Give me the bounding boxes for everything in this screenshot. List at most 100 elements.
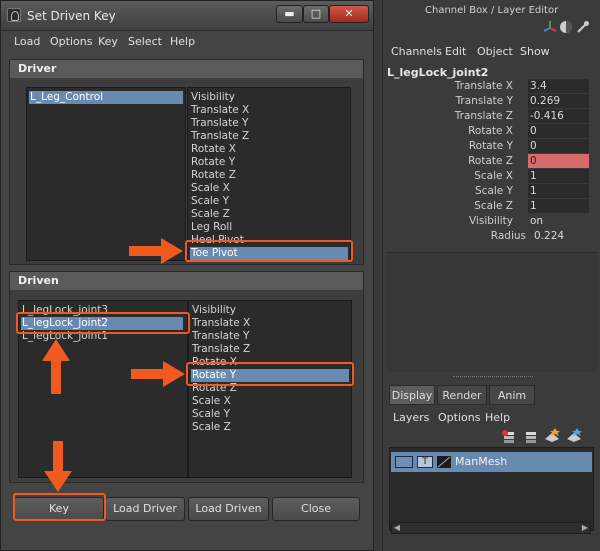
channel-row-translate-x[interactable]: Translate X 3.4 (383, 79, 599, 94)
channel-row-translate-z[interactable]: Translate Z -0.416 (383, 109, 599, 124)
channel-value[interactable]: 0 (528, 124, 589, 138)
tab-render[interactable]: Render (437, 385, 487, 405)
menu-key[interactable]: Key (98, 35, 118, 48)
list-item[interactable]: Translate Y (191, 330, 249, 343)
channel-row-scale-x[interactable]: Scale X 1 (383, 169, 599, 184)
list-item[interactable]: Scale Z (190, 208, 230, 221)
arrow-right-icon (129, 238, 183, 264)
maximize-icon[interactable]: □ (303, 5, 329, 23)
channel-value[interactable]: 1 (528, 199, 589, 213)
object-name[interactable]: L_legLock_joint2 (387, 66, 488, 79)
list-item[interactable]: Rotate Y (190, 156, 235, 169)
channel-value[interactable]: 0.224 (532, 229, 593, 243)
arrow-up-icon (42, 339, 70, 394)
menu-edit[interactable]: Edit (445, 45, 466, 58)
channel-row-scale-z[interactable]: Scale Z 1 (383, 199, 599, 214)
channel-label: Rotate Y (468, 140, 513, 152)
channel-row-translate-y[interactable]: Translate Y 0.269 (383, 94, 599, 109)
minimize-icon[interactable]: ▬ (276, 5, 303, 23)
list-item[interactable]: Scale X (191, 395, 231, 408)
driver-object-list[interactable]: L_Leg_Control (26, 87, 186, 261)
channel-row-rotate-z[interactable]: Rotate Z 0 (383, 154, 599, 169)
list-item[interactable]: Translate Y (190, 117, 248, 130)
channel-value[interactable]: on (528, 214, 589, 228)
menu-show[interactable]: Show (520, 45, 550, 58)
list-item[interactable]: Visibility (190, 91, 235, 104)
channel-value[interactable]: 3.4 (528, 79, 589, 93)
channel-row-scale-y[interactable]: Scale Y 1 (383, 184, 599, 199)
channel-label: Translate Y (455, 95, 513, 107)
scroll-right-icon[interactable]: ▶ (580, 523, 590, 533)
driven-attribute-list[interactable]: Visibility Translate X Translate Y Trans… (188, 300, 352, 478)
new-layer-selected-icon[interactable] (523, 429, 539, 443)
highlight-key-button (13, 493, 106, 521)
maya-app-icon (7, 8, 21, 22)
channel-row-rotate-y[interactable]: Rotate Y 0 (383, 139, 599, 154)
driver-attribute-list[interactable]: Visibility Translate X Translate Y Trans… (187, 87, 351, 261)
channel-label: Scale X (474, 170, 513, 182)
list-item[interactable]: Translate Z (190, 130, 249, 143)
list-item[interactable]: Visibility (191, 304, 236, 317)
window-titlebar[interactable]: Set Driven Key ▬ □ ✕ (1, 1, 373, 31)
list-item[interactable]: Scale Z (191, 421, 231, 434)
move-up-icon[interactable] (543, 427, 561, 443)
load-driven-button[interactable]: Load Driven (188, 497, 269, 521)
menubar: Load Options Key Select Help (1, 32, 373, 52)
half-circle-icon[interactable] (559, 20, 573, 34)
channel-label: Visibility (468, 215, 513, 227)
channel-value[interactable]: 1 (528, 169, 589, 183)
channel-box-panel: Channel Box / Layer Editor Channels Edit… (382, 0, 600, 551)
channel-row-visibility[interactable]: Visibility on (383, 214, 599, 229)
window-title: Set Driven Key (27, 9, 116, 23)
menu-channels[interactable]: Channels (391, 45, 442, 58)
channel-row-radius[interactable]: Radius 0.224 (383, 229, 599, 244)
layer-list[interactable]: T ManMesh (389, 447, 594, 531)
list-item[interactable]: Scale Y (190, 195, 229, 208)
move-down-icon[interactable] (565, 427, 583, 443)
list-item[interactable]: Rotate X (190, 143, 236, 156)
menu-options[interactable]: Options (50, 35, 92, 48)
layer-color-swatch-icon[interactable] (437, 456, 451, 468)
close-button[interactable]: Close (272, 497, 360, 521)
list-item[interactable]: Scale Y (191, 408, 230, 421)
tab-display[interactable]: Display (389, 385, 435, 405)
new-layer-icon[interactable] (501, 429, 517, 443)
menu-help[interactable]: Help (485, 411, 510, 424)
channel-value[interactable]: 1 (528, 184, 589, 198)
list-item[interactable]: Scale X (190, 182, 230, 195)
channel-value[interactable]: -0.416 (528, 109, 589, 123)
list-item[interactable]: Rotate Z (190, 169, 236, 182)
channel-row-rotate-x[interactable]: Rotate X 0 (383, 124, 599, 139)
channel-value-keyed[interactable]: 0 (528, 154, 589, 168)
layer-visibility-toggle[interactable] (395, 456, 413, 468)
driver-header: Driver (10, 60, 363, 78)
list-item[interactable]: Translate Z (191, 343, 250, 356)
axis-icon[interactable] (543, 20, 557, 34)
menu-load[interactable]: Load (14, 35, 40, 48)
list-item-driver-object[interactable]: L_Leg_Control (29, 91, 183, 104)
list-item[interactable]: Translate X (190, 104, 249, 117)
channel-value[interactable]: 0.269 (528, 94, 589, 108)
pin-icon[interactable] (576, 20, 590, 34)
splitter-handle[interactable] (453, 376, 533, 379)
layer-name[interactable]: ManMesh (455, 455, 507, 468)
list-item[interactable]: Leg Roll (190, 221, 232, 234)
menu-select[interactable]: Select (128, 35, 162, 48)
driven-header: Driven (10, 272, 363, 290)
menu-help[interactable]: Help (170, 35, 195, 48)
channel-value[interactable]: 0 (528, 139, 589, 153)
list-item[interactable]: Translate X (191, 317, 250, 330)
load-driver-button[interactable]: Load Driver (105, 497, 185, 521)
scroll-left-icon[interactable]: ◀ (392, 523, 402, 533)
menu-options[interactable]: Options (438, 411, 480, 424)
layer-row-manmesh[interactable]: T ManMesh (391, 452, 592, 472)
menu-layers[interactable]: Layers (393, 411, 429, 424)
menu-object[interactable]: Object (477, 45, 513, 58)
arrow-right-icon (131, 361, 185, 387)
channel-label: Rotate X (468, 125, 513, 137)
layer-type-toggle[interactable]: T (417, 456, 433, 468)
channel-label: Scale Z (474, 200, 513, 212)
close-icon[interactable]: ✕ (329, 5, 369, 23)
horizontal-scrollbar[interactable]: ◀ ▶ (391, 522, 591, 534)
tab-anim[interactable]: Anim (489, 385, 535, 405)
